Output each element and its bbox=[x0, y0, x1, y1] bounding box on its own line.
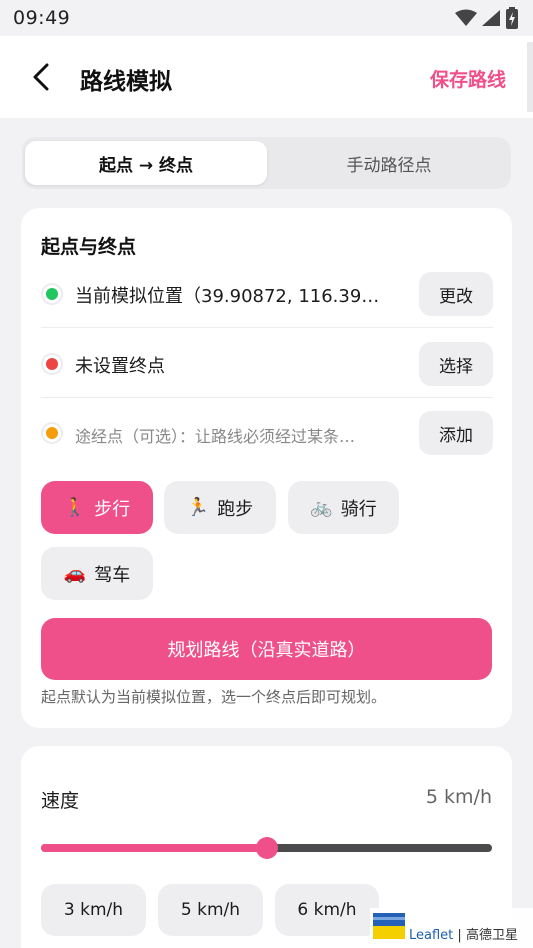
waypoint-text: 途经点（可选）：让路线必须经过某条… bbox=[75, 427, 356, 446]
leaflet-link[interactable]: Leaflet bbox=[409, 928, 453, 943]
back-arrow-icon bbox=[33, 63, 49, 91]
wifi-icon bbox=[455, 9, 477, 26]
speed-preset-3[interactable]: 3 km/h bbox=[41, 884, 146, 936]
mode-label: 骑行 bbox=[340, 498, 377, 520]
route-card: 起点与终点 当前模拟位置（39.90872, 116.39… 更改 未设置终点 … bbox=[21, 208, 512, 728]
mode-drive-button[interactable]: 🚗 驾车 bbox=[41, 547, 153, 600]
ukraine-flag-icon bbox=[373, 913, 405, 939]
mode-run-button[interactable]: 🏃 跑步 bbox=[164, 481, 276, 534]
route-mode-tabs: 起点 → 终点 手动路径点 bbox=[22, 137, 511, 189]
attribution-separator: | bbox=[457, 928, 462, 943]
divider bbox=[41, 397, 493, 398]
plan-hint-text: 起点默认为当前模拟位置，选一个终点后即可规划。 bbox=[41, 688, 387, 706]
waypoint-row: 途经点（可选）：让路线必须经过某条… 添加 bbox=[41, 407, 493, 463]
speed-preset-6[interactable]: 6 km/h bbox=[275, 884, 379, 936]
speed-preset-5[interactable]: 5 km/h bbox=[158, 884, 263, 936]
car-icon: 🚗 bbox=[63, 563, 87, 584]
app-header: 路线模拟 保存路线 bbox=[0, 36, 533, 118]
mode-label: 跑步 bbox=[217, 498, 254, 520]
page-title: 路线模拟 bbox=[80, 69, 172, 95]
mode-label: 驾车 bbox=[94, 564, 131, 586]
route-card-title: 起点与终点 bbox=[41, 236, 137, 258]
divider bbox=[41, 327, 493, 328]
waypoint-dot-fill bbox=[46, 427, 58, 439]
mode-bike-button[interactable]: 🚲 骑行 bbox=[288, 481, 399, 534]
header-edge bbox=[527, 42, 533, 112]
battery-icon bbox=[506, 7, 518, 29]
status-icons bbox=[455, 7, 519, 29]
walk-icon: 🚶 bbox=[63, 497, 87, 518]
start-dot-fill bbox=[46, 288, 58, 300]
end-dot-fill bbox=[46, 358, 58, 370]
signal-icon bbox=[482, 10, 500, 26]
save-route-button[interactable]: 保存路线 bbox=[430, 65, 506, 92]
start-location-text: 当前模拟位置（39.90872, 116.39… bbox=[75, 286, 380, 307]
status-time: 09:49 bbox=[13, 7, 71, 29]
end-row: 未设置终点 选择 bbox=[41, 338, 493, 394]
speed-slider-fill bbox=[41, 844, 267, 852]
change-start-button[interactable]: 更改 bbox=[419, 272, 493, 316]
waypoint-dot-icon bbox=[41, 422, 63, 444]
bike-icon: 🚲 bbox=[310, 497, 333, 518]
end-dot-icon bbox=[41, 353, 63, 375]
mode-walk-button[interactable]: 🚶 步行 bbox=[41, 481, 153, 534]
speed-slider[interactable] bbox=[41, 837, 492, 859]
speed-slider-thumb[interactable] bbox=[255, 837, 278, 859]
end-location-text: 未设置终点 bbox=[75, 356, 165, 377]
map-attribution: Leaflet | 高德卫星 bbox=[370, 908, 533, 948]
run-icon: 🏃 bbox=[186, 497, 210, 518]
mode-label: 步行 bbox=[94, 498, 131, 520]
start-dot-icon bbox=[41, 283, 63, 305]
speed-value: 5 km/h bbox=[425, 786, 492, 808]
status-bar: 09:49 bbox=[0, 0, 533, 36]
add-waypoint-button[interactable]: 添加 bbox=[419, 411, 493, 455]
speed-label: 速度 bbox=[41, 790, 80, 812]
tab-manual-waypoints[interactable]: 手动路径点 bbox=[269, 141, 509, 185]
start-row: 当前模拟位置（39.90872, 116.39… 更改 bbox=[41, 268, 493, 324]
select-end-button[interactable]: 选择 bbox=[419, 342, 493, 386]
attribution-text: Leaflet | 高德卫星 bbox=[409, 924, 518, 943]
plan-route-button[interactable]: 规划路线（沿真实道路） bbox=[41, 618, 492, 680]
back-button[interactable] bbox=[26, 60, 56, 94]
tab-start-end[interactable]: 起点 → 终点 bbox=[25, 141, 267, 185]
attribution-provider: 高德卫星 bbox=[465, 928, 518, 943]
